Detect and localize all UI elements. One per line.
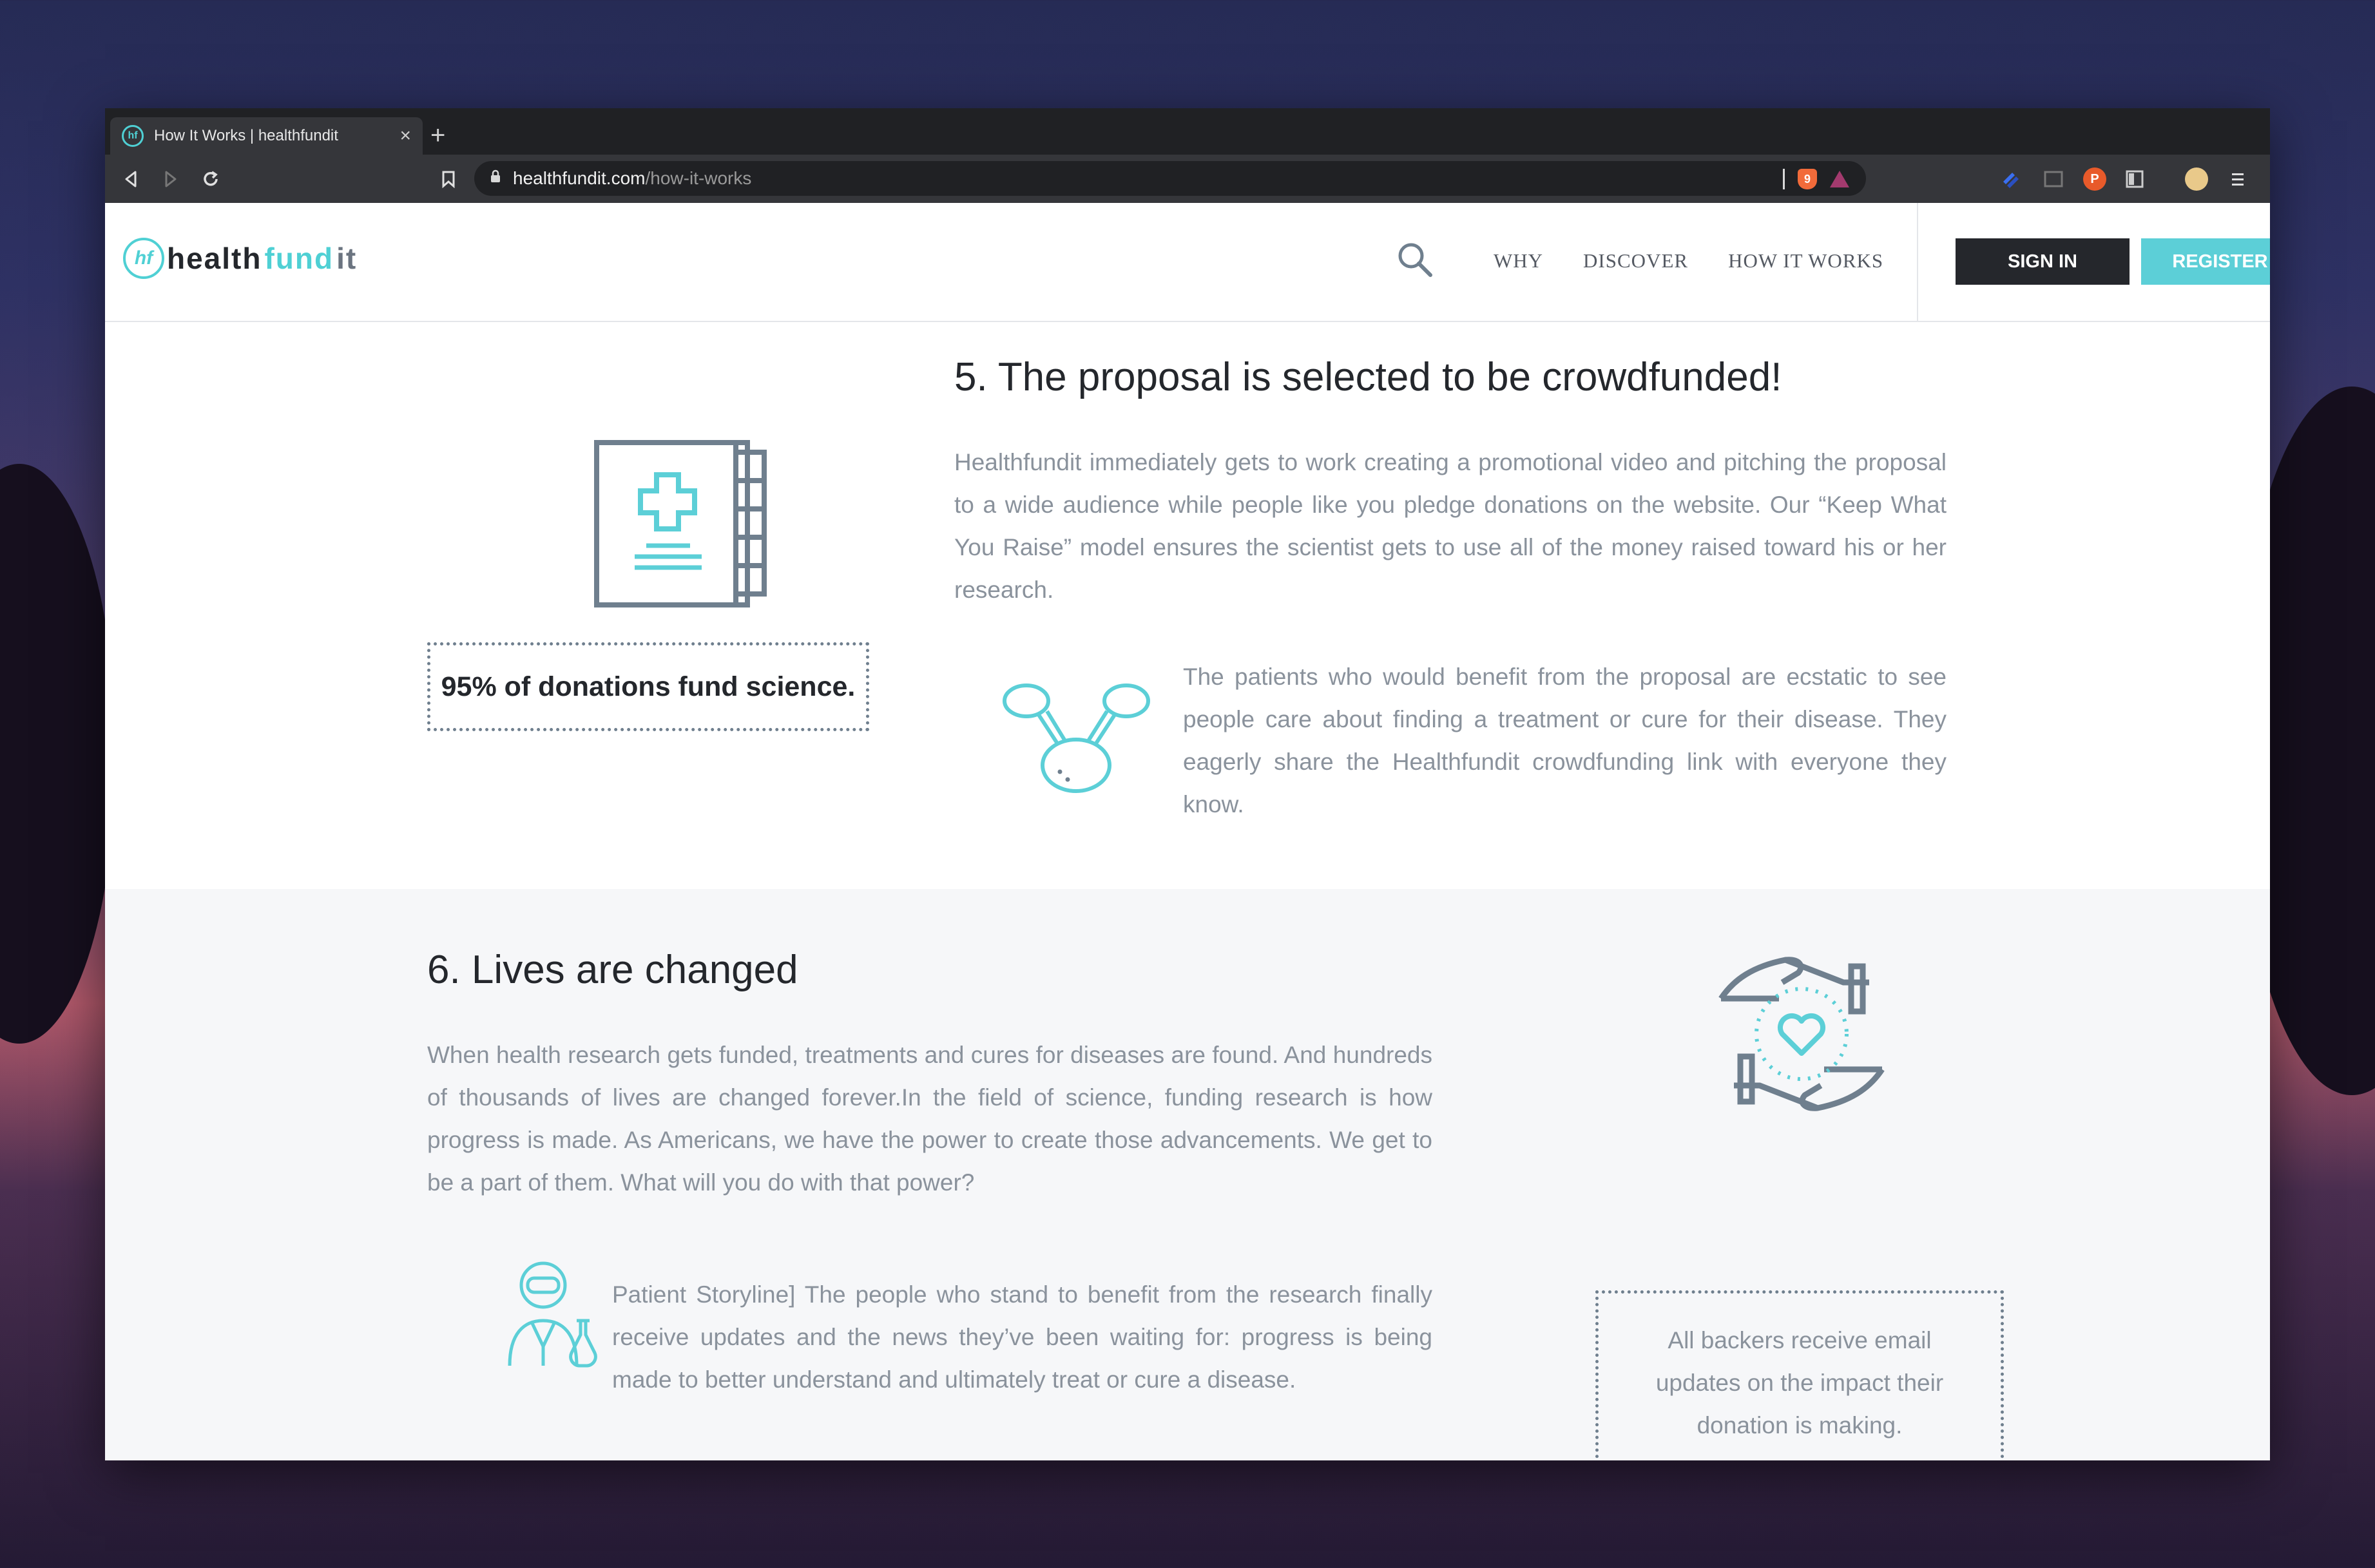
url-path: /how-it-works — [645, 168, 752, 188]
tab-strip: hf How It Works | healthfundit × + — [105, 108, 2270, 155]
main-nav: WHY DISCOVER HOW IT WORKS — [1494, 249, 1883, 272]
brave-shield-icon[interactable]: 9 — [1798, 169, 1817, 189]
header-divider — [1917, 203, 1918, 322]
section-6-title: 6. Lives are changed — [427, 948, 798, 992]
browser-tab[interactable]: hf How It Works | healthfundit × — [110, 117, 423, 155]
lock-icon — [490, 169, 501, 187]
nav-how-it-works[interactable]: HOW IT WORKS — [1728, 249, 1883, 272]
logo-text-it: it — [336, 242, 358, 275]
logo-mark: hf — [123, 238, 164, 279]
email-updates-callout: All backers receive email updates on the… — [1595, 1290, 2004, 1460]
p-extension-icon[interactable]: P — [2083, 167, 2106, 191]
section-5-paragraph: Healthfundit immediately gets to work cr… — [954, 449, 1947, 603]
reader-icon[interactable] — [2123, 167, 2146, 191]
back-button[interactable] — [118, 166, 144, 192]
rewards-icon[interactable] — [1830, 171, 1849, 187]
reload-button[interactable] — [198, 166, 224, 192]
tab-title: How It Works | healthfundit — [154, 127, 338, 144]
sign-in-button[interactable]: SIGN IN — [1956, 238, 2130, 285]
section-5-title: 5. The proposal is selected to be crowdf… — [954, 355, 1782, 399]
scientist-icon — [508, 1261, 597, 1368]
divider — [1783, 169, 1785, 189]
hands-heart-icon — [1718, 957, 1885, 1111]
storyline-paragraph: Patient Storyline] The people who stand … — [612, 1281, 1432, 1393]
profile-avatar[interactable] — [2185, 167, 2208, 191]
search-icon[interactable] — [1396, 240, 1434, 279]
patients-paragraph: The patients who would benefit from the … — [1183, 664, 1947, 817]
browser-window: hf How It Works | healthfundit × + healt… — [105, 108, 2270, 1460]
window-icon[interactable] — [2042, 167, 2065, 191]
section-6-paragraph: When health research gets funded, treatm… — [427, 1042, 1432, 1196]
back-icon — [125, 171, 137, 187]
menu-icon[interactable] — [2226, 167, 2249, 191]
favicon-icon: hf — [122, 125, 144, 147]
nav-why[interactable]: WHY — [1494, 249, 1543, 272]
address-bar[interactable]: healthfundit.com/how-it-works 9 — [474, 161, 1866, 196]
register-button[interactable]: REGISTER — [2141, 238, 2270, 285]
reload-icon — [204, 171, 218, 186]
new-tab-button[interactable]: + — [430, 122, 445, 148]
bookmark-button[interactable] — [436, 166, 461, 192]
browser-toolbar: healthfundit.com/how-it-works 9 P — [105, 155, 2270, 203]
section-step-5: 95% of donations fund science. 5. The pr… — [105, 322, 2270, 889]
background-tree — [0, 464, 116, 1044]
url-host: healthfundit.com — [513, 168, 646, 188]
site-logo[interactable]: hf health fund it — [123, 238, 357, 279]
forward-button[interactable] — [158, 166, 184, 192]
nav-discover[interactable]: DISCOVER — [1583, 249, 1688, 272]
site-header: hf health fund it WHY DISCOVER HOW IT WORK… — [105, 203, 2270, 322]
page-content: 95% of donations fund science. 5. The pr… — [105, 322, 2270, 1460]
medical-book-icon — [594, 440, 767, 607]
bookmark-icon — [442, 171, 455, 188]
section-step-6: 6. Lives are changed When health researc… — [105, 889, 2270, 1460]
logo-text-health: health — [167, 242, 262, 275]
logo-text-fund: fund — [264, 242, 334, 275]
extension-icon[interactable] — [1999, 167, 2023, 191]
donations-callout: 95% of donations fund science. — [427, 642, 869, 731]
donations-callout-text: 95% of donations fund science. — [441, 671, 856, 702]
close-tab-icon[interactable]: × — [399, 126, 411, 146]
email-updates-callout-text: All backers receive email updates on the… — [1655, 1327, 1944, 1439]
molecule-icon — [1003, 684, 1150, 793]
forward-icon — [165, 171, 177, 187]
